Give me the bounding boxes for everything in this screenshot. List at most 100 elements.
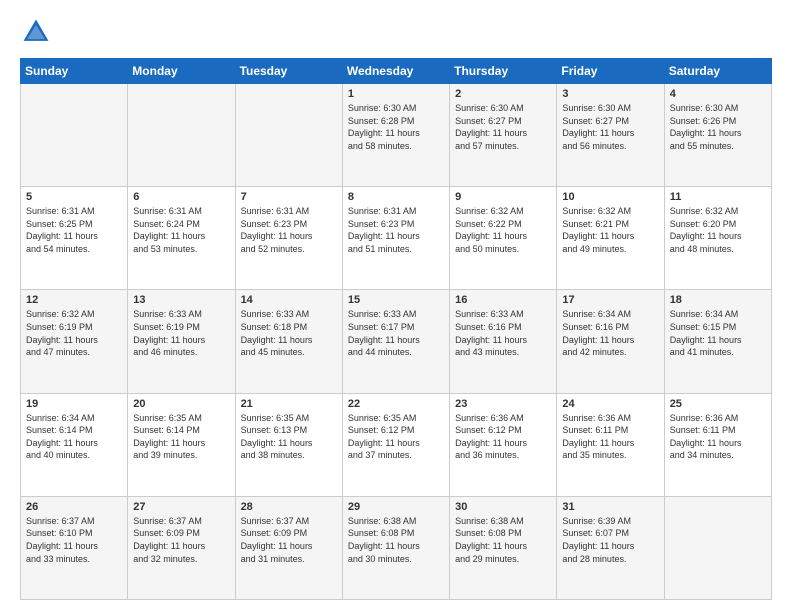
day-number: 2	[455, 88, 551, 100]
day-info: Sunrise: 6:36 AMSunset: 6:11 PMDaylight:…	[670, 412, 766, 462]
day-number: 31	[562, 501, 658, 513]
day-info: Sunrise: 6:32 AMSunset: 6:21 PMDaylight:…	[562, 205, 658, 255]
day-cell-23: 23Sunrise: 6:36 AMSunset: 6:12 PMDayligh…	[450, 393, 557, 496]
day-number: 11	[670, 191, 766, 203]
weekday-header-thursday: Thursday	[450, 59, 557, 84]
day-number: 25	[670, 398, 766, 410]
day-cell-13: 13 Sunrise: 6:33 AMSunset: 6:19 PMDayligh…	[128, 290, 235, 393]
day-info: Sunrise: 6:33 AMSunset: 6:18 PMDaylight:…	[241, 308, 337, 358]
week-row-1: 1 Sunrise: 6:30 AMSunset: 6:28 PMDaylight…	[21, 84, 772, 187]
day-info: Sunrise: 6:38 AMSunset: 6:08 PMDaylight:…	[455, 515, 551, 565]
day-number: 9	[455, 191, 551, 203]
day-cell-3: 3Sunrise: 6:30 AMSunset: 6:27 PMDaylight…	[557, 84, 664, 187]
day-cell-19: 19 Sunrise: 6:34 AMSunset: 6:14 PMDayligh…	[21, 393, 128, 496]
day-number: 30	[455, 501, 551, 513]
day-number: 19	[26, 398, 122, 410]
week-row-5: 26 Sunrise: 6:37 AMSunset: 6:10 PMDayligh…	[21, 496, 772, 599]
day-info: Sunrise: 6:35 AMSunset: 6:14 PMDaylight:…	[133, 412, 229, 462]
day-cell-4: 4 Sunrise: 6:30 AMSunset: 6:26 PMDaylight…	[664, 84, 771, 187]
day-number: 1	[348, 88, 444, 100]
weekday-header-monday: Monday	[128, 59, 235, 84]
day-info: Sunrise: 6:30 AMSunset: 6:27 PMDaylight:…	[455, 102, 551, 152]
day-number: 22	[348, 398, 444, 410]
weekday-header-friday: Friday	[557, 59, 664, 84]
day-info: Sunrise: 6:32 AMSunset: 6:19 PMDaylight:…	[26, 308, 122, 358]
day-cell-20: 20 Sunrise: 6:35 AMSunset: 6:14 PMDayligh…	[128, 393, 235, 496]
day-number: 18	[670, 294, 766, 306]
day-cell-22: 22 Sunrise: 6:35 AMSunset: 6:12 PMDayligh…	[342, 393, 449, 496]
header-row: SundayMondayTuesdayWednesdayThursdayFrid…	[21, 59, 772, 84]
day-info: Sunrise: 6:34 AMSunset: 6:14 PMDaylight:…	[26, 412, 122, 462]
day-number: 14	[241, 294, 337, 306]
empty-cell	[128, 84, 235, 187]
empty-cell	[21, 84, 128, 187]
day-number: 16	[455, 294, 551, 306]
day-number: 15	[348, 294, 444, 306]
weekday-header-sunday: Sunday	[21, 59, 128, 84]
day-cell-14: 14 Sunrise: 6:33 AMSunset: 6:18 PMDayligh…	[235, 290, 342, 393]
day-cell-25: 25 Sunrise: 6:36 AMSunset: 6:11 PMDayligh…	[664, 393, 771, 496]
day-number: 21	[241, 398, 337, 410]
day-number: 7	[241, 191, 337, 203]
day-info: Sunrise: 6:30 AMSunset: 6:28 PMDaylight:…	[348, 102, 444, 152]
day-cell-26: 26 Sunrise: 6:37 AMSunset: 6:10 PMDayligh…	[21, 496, 128, 599]
day-cell-16: 16Sunrise: 6:33 AMSunset: 6:16 PMDayligh…	[450, 290, 557, 393]
day-cell-2: 2 Sunrise: 6:30 AMSunset: 6:27 PMDaylight…	[450, 84, 557, 187]
weekday-header-tuesday: Tuesday	[235, 59, 342, 84]
day-info: Sunrise: 6:35 AMSunset: 6:13 PMDaylight:…	[241, 412, 337, 462]
day-number: 20	[133, 398, 229, 410]
day-info: Sunrise: 6:33 AMSunset: 6:19 PMDaylight:…	[133, 308, 229, 358]
day-cell-18: 18 Sunrise: 6:34 AMSunset: 6:15 PMDayligh…	[664, 290, 771, 393]
page: SundayMondayTuesdayWednesdayThursdayFrid…	[0, 0, 792, 612]
day-cell-15: 15 Sunrise: 6:33 AMSunset: 6:17 PMDayligh…	[342, 290, 449, 393]
day-cell-9: 9 Sunrise: 6:32 AMSunset: 6:22 PMDaylight…	[450, 187, 557, 290]
day-info: Sunrise: 6:32 AMSunset: 6:22 PMDaylight:…	[455, 205, 551, 255]
day-info: Sunrise: 6:37 AMSunset: 6:09 PMDaylight:…	[133, 515, 229, 565]
day-cell-27: 27 Sunrise: 6:37 AMSunset: 6:09 PMDayligh…	[128, 496, 235, 599]
day-cell-8: 8Sunrise: 6:31 AMSunset: 6:23 PMDaylight…	[342, 187, 449, 290]
day-info: Sunrise: 6:37 AMSunset: 6:10 PMDaylight:…	[26, 515, 122, 565]
empty-cell	[664, 496, 771, 599]
day-number: 13	[133, 294, 229, 306]
weekday-header-saturday: Saturday	[664, 59, 771, 84]
empty-cell	[235, 84, 342, 187]
day-info: Sunrise: 6:31 AMSunset: 6:25 PMDaylight:…	[26, 205, 122, 255]
week-row-4: 19 Sunrise: 6:34 AMSunset: 6:14 PMDayligh…	[21, 393, 772, 496]
day-cell-24: 24 Sunrise: 6:36 AMSunset: 6:11 PMDayligh…	[557, 393, 664, 496]
calendar-table: SundayMondayTuesdayWednesdayThursdayFrid…	[20, 58, 772, 600]
day-info: Sunrise: 6:31 AMSunset: 6:24 PMDaylight:…	[133, 205, 229, 255]
day-cell-1: 1 Sunrise: 6:30 AMSunset: 6:28 PMDaylight…	[342, 84, 449, 187]
day-info: Sunrise: 6:31 AMSunset: 6:23 PMDaylight:…	[348, 205, 444, 255]
day-info: Sunrise: 6:32 AMSunset: 6:20 PMDaylight:…	[670, 205, 766, 255]
day-info: Sunrise: 6:35 AMSunset: 6:12 PMDaylight:…	[348, 412, 444, 462]
day-number: 17	[562, 294, 658, 306]
day-number: 12	[26, 294, 122, 306]
day-info: Sunrise: 6:36 AMSunset: 6:11 PMDaylight:…	[562, 412, 658, 462]
day-info: Sunrise: 6:31 AMSunset: 6:23 PMDaylight:…	[241, 205, 337, 255]
day-cell-17: 17 Sunrise: 6:34 AMSunset: 6:16 PMDayligh…	[557, 290, 664, 393]
day-info: Sunrise: 6:33 AMSunset: 6:17 PMDaylight:…	[348, 308, 444, 358]
day-number: 10	[562, 191, 658, 203]
day-info: Sunrise: 6:30 AMSunset: 6:26 PMDaylight:…	[670, 102, 766, 152]
day-number: 28	[241, 501, 337, 513]
day-number: 27	[133, 501, 229, 513]
logo	[20, 16, 56, 48]
day-number: 4	[670, 88, 766, 100]
day-info: Sunrise: 6:36 AMSunset: 6:12 PMDaylight:…	[455, 412, 551, 462]
day-cell-10: 10 Sunrise: 6:32 AMSunset: 6:21 PMDayligh…	[557, 187, 664, 290]
day-number: 24	[562, 398, 658, 410]
day-cell-11: 11 Sunrise: 6:32 AMSunset: 6:20 PMDayligh…	[664, 187, 771, 290]
day-cell-6: 6 Sunrise: 6:31 AMSunset: 6:24 PMDaylight…	[128, 187, 235, 290]
day-info: Sunrise: 6:34 AMSunset: 6:16 PMDaylight:…	[562, 308, 658, 358]
day-info: Sunrise: 6:37 AMSunset: 6:09 PMDaylight:…	[241, 515, 337, 565]
day-number: 29	[348, 501, 444, 513]
day-number: 6	[133, 191, 229, 203]
weekday-header-wednesday: Wednesday	[342, 59, 449, 84]
day-number: 26	[26, 501, 122, 513]
day-info: Sunrise: 6:30 AMSunset: 6:27 PMDaylight:…	[562, 102, 658, 152]
day-cell-28: 28 Sunrise: 6:37 AMSunset: 6:09 PMDayligh…	[235, 496, 342, 599]
day-info: Sunrise: 6:34 AMSunset: 6:15 PMDaylight:…	[670, 308, 766, 358]
day-cell-12: 12 Sunrise: 6:32 AMSunset: 6:19 PMDayligh…	[21, 290, 128, 393]
day-cell-29: 29Sunrise: 6:38 AMSunset: 6:08 PMDayligh…	[342, 496, 449, 599]
week-row-3: 12 Sunrise: 6:32 AMSunset: 6:19 PMDayligh…	[21, 290, 772, 393]
